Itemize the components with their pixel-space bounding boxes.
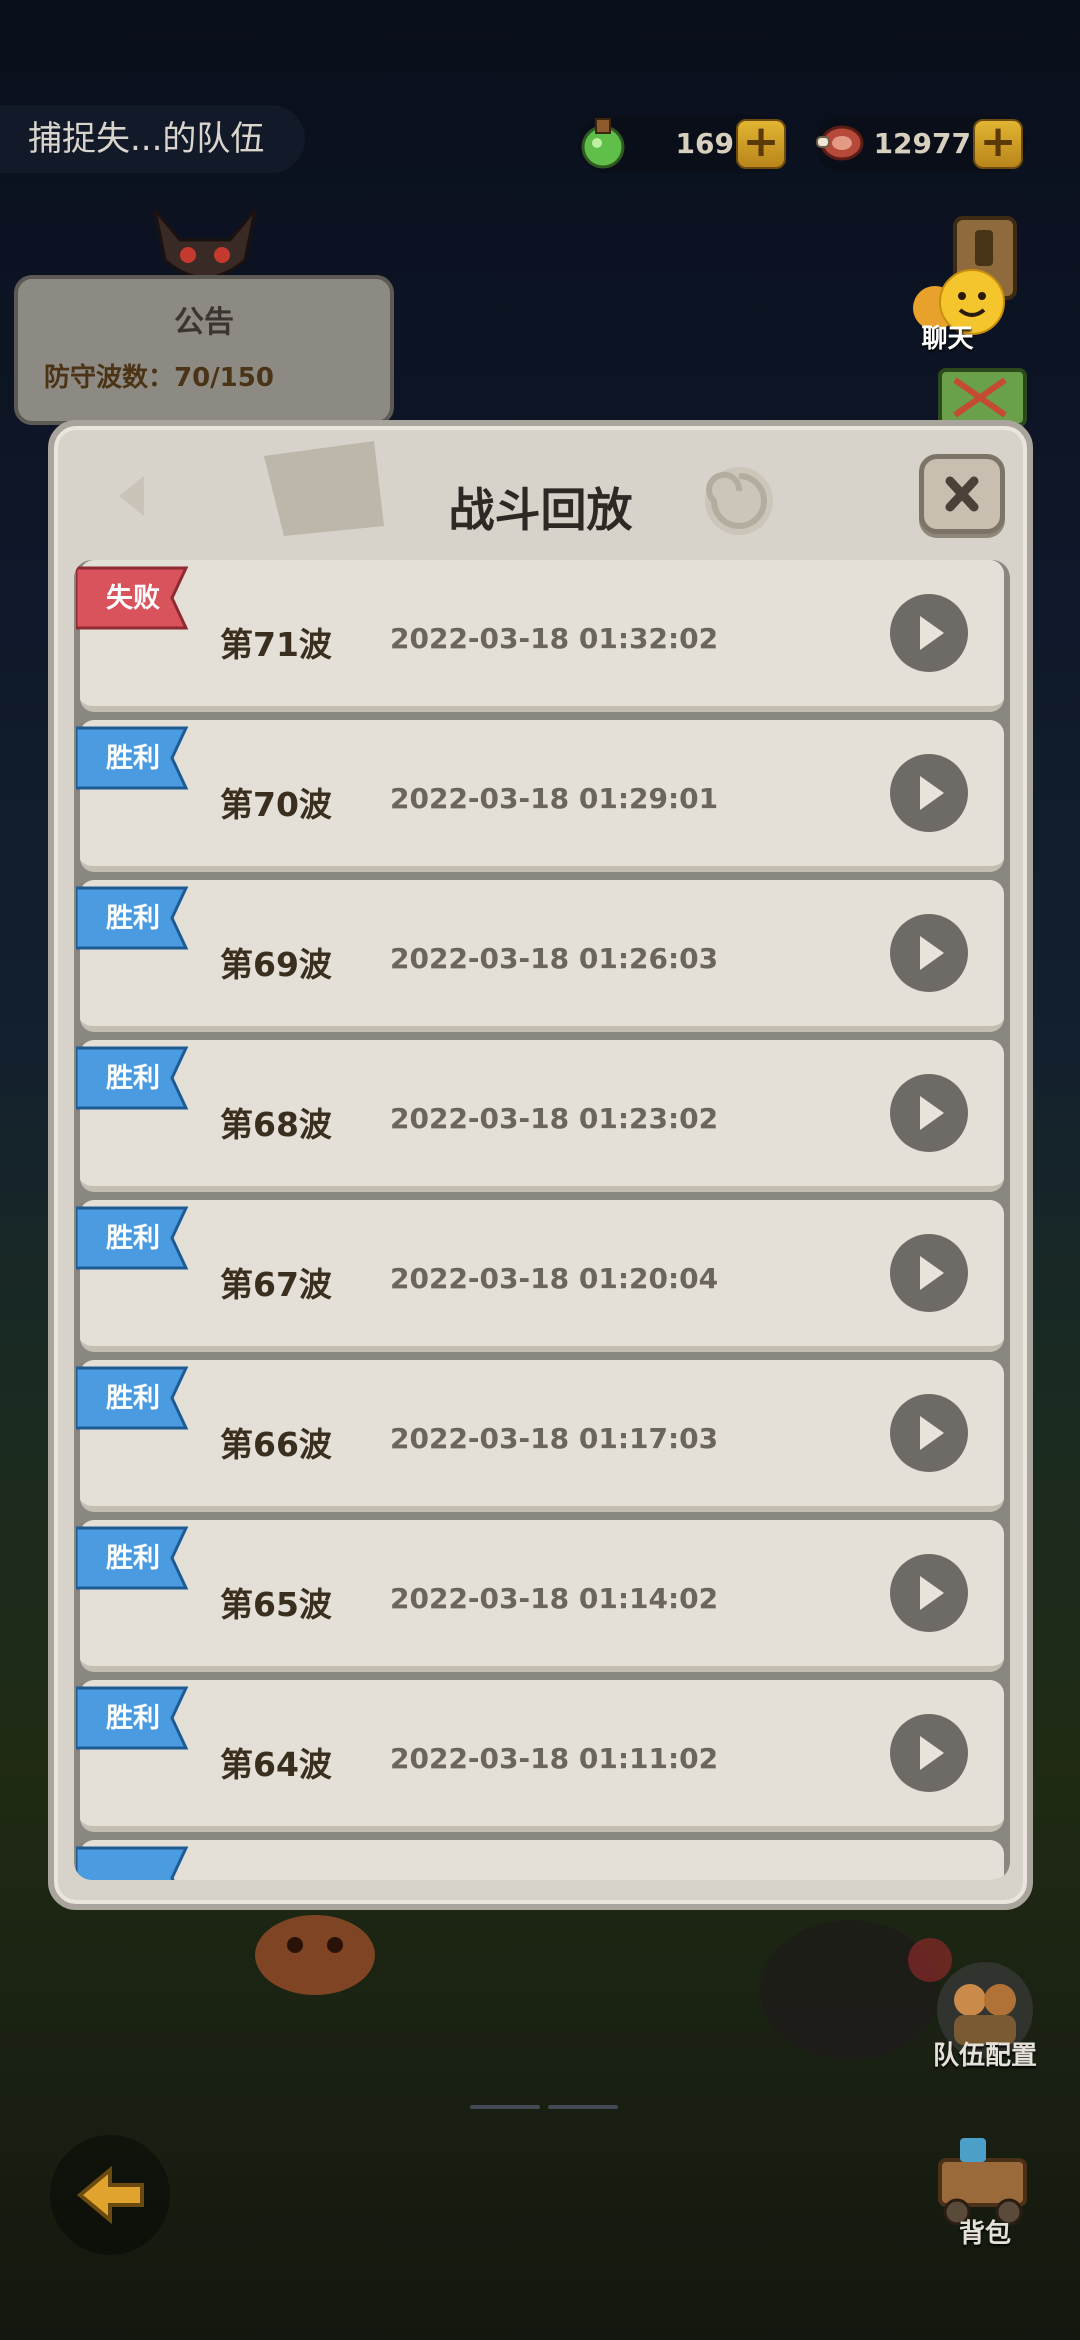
meat-resource: 12977 + — [815, 115, 1027, 173]
timestamp: 2022-03-18 01:17:03 — [390, 1422, 719, 1455]
play-button[interactable] — [890, 754, 968, 832]
replay-list[interactable]: 失败 第71波 2022-03-18 01:32:02 胜利 第70波 2022… — [74, 560, 1010, 1880]
team-name-label[interactable]: 捕捉失...的队伍 — [0, 105, 305, 173]
meat-count: 12977 — [873, 127, 971, 160]
page-indicator-dot — [470, 2105, 540, 2109]
chat-label[interactable]: 聊天 — [905, 318, 990, 355]
play-button[interactable] — [890, 1554, 968, 1632]
team-config-label[interactable]: 队伍配置 — [925, 2035, 1045, 2072]
timestamp: 2022-03-18 01:23:02 — [390, 1102, 719, 1135]
play-button[interactable] — [890, 594, 968, 672]
play-button[interactable] — [890, 1234, 968, 1312]
result-label: 胜利 — [106, 1063, 160, 1094]
replay-row: 胜利 第70波 2022-03-18 01:29:01 — [76, 720, 1004, 872]
potion-count: 169 — [675, 127, 734, 160]
timestamp: 2022-03-18 01:14:02 — [390, 1582, 719, 1615]
potion-add-button[interactable]: + — [736, 119, 786, 169]
backpack-label[interactable]: 背包 — [925, 2213, 1045, 2250]
potion-icon — [581, 118, 625, 169]
play-button[interactable] — [890, 1714, 968, 1792]
meat-add-button[interactable]: + — [973, 119, 1023, 169]
meat-icon — [816, 125, 864, 161]
wave-label: 第69波 — [220, 945, 332, 984]
timestamp: 2022-03-18 01:29:01 — [390, 782, 719, 815]
close-icon — [945, 476, 979, 512]
monster-sprite-icon — [255, 1915, 375, 1995]
back-button[interactable] — [50, 2135, 170, 2255]
play-button[interactable] — [890, 1074, 968, 1152]
wave-label: 第71波 — [220, 625, 332, 664]
page-indicator-dot — [548, 2105, 618, 2109]
replay-row: 失败 第71波 2022-03-18 01:32:02 — [76, 560, 1004, 712]
replay-row: 胜利 第65波 2022-03-18 01:14:02 — [76, 1520, 1004, 1672]
wave-label: 第68波 — [220, 1105, 332, 1144]
wave-label: 第66波 — [220, 1425, 332, 1464]
dialog-title: 战斗回放 — [448, 483, 633, 537]
play-button[interactable] — [890, 914, 968, 992]
wave-label: 第67波 — [220, 1265, 332, 1304]
timestamp: 2022-03-18 01:20:04 — [390, 1262, 719, 1295]
result-label: 失败 — [106, 583, 160, 614]
wave-label: 第70波 — [220, 785, 332, 824]
replay-row: 胜利 第68波 2022-03-18 01:23:02 — [76, 1040, 1004, 1192]
replay-row: 胜利 第67波 2022-03-18 01:20:04 — [76, 1200, 1004, 1352]
announcement-board[interactable]: 公告 防守波数：70/150 — [14, 275, 394, 425]
victory-ribbon-icon — [76, 1846, 189, 1880]
back-arrow-icon — [76, 2165, 144, 2225]
result-label: 胜利 — [106, 903, 160, 934]
result-label: 胜利 — [106, 1223, 160, 1254]
potion-resource: 169 + — [578, 115, 790, 173]
replay-row-partial — [76, 1840, 1004, 1880]
replay-row: 胜利 第69波 2022-03-18 01:26:03 — [76, 880, 1004, 1032]
result-label: 胜利 — [106, 1383, 160, 1414]
result-label: 胜利 — [106, 743, 160, 774]
wave-label: 第65波 — [220, 1585, 332, 1624]
replay-row: 胜利 第64波 2022-03-18 01:11:02 — [76, 1680, 1004, 1832]
timestamp: 2022-03-18 01:26:03 — [390, 942, 719, 975]
play-button[interactable] — [890, 1394, 968, 1472]
result-label: 胜利 — [106, 1543, 160, 1574]
close-button[interactable] — [919, 454, 1005, 534]
timestamp: 2022-03-18 01:11:02 — [390, 1742, 719, 1775]
wave-label: 第64波 — [220, 1745, 332, 1784]
defense-waves-text: 防守波数：70/150 — [44, 363, 274, 393]
result-label: 胜利 — [106, 1703, 160, 1734]
replay-row: 胜利 第66波 2022-03-18 01:17:03 — [76, 1360, 1004, 1512]
battle-replay-dialog: 战斗回放 失败 第71波 2022-03-18 01:32:02 胜利 第70波… — [48, 420, 1033, 1910]
board-title: 公告 — [174, 305, 234, 340]
timestamp: 2022-03-18 01:32:02 — [390, 622, 719, 655]
